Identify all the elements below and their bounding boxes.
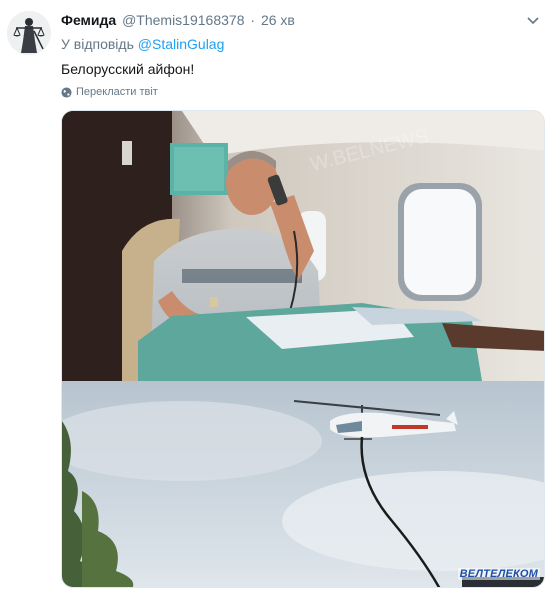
reply-handle-link[interactable]: @StalinGulag [138,36,225,52]
themis-statue-icon [7,11,51,55]
helicopter-photo-image [62,381,544,587]
user-handle[interactable]: @Themis19168378 [122,12,244,28]
tweet-header: Фемида @Themis19168378 · 26 хв [61,11,295,29]
photo-cabin[interactable]: W.BELNEWS [62,111,544,381]
globe-icon [61,86,72,98]
tweet-text: Белорусский айфон! [61,61,195,77]
display-name[interactable]: Фемида [61,12,116,28]
photo-helicopter[interactable]: ВЕЛТЕЛЕКОМ [62,381,544,587]
reply-prefix: У відповідь [61,36,138,52]
cabin-photo-image: W.BELNEWS [62,111,544,381]
chevron-down-icon [527,17,539,25]
timestamp[interactable]: 26 хв [261,12,295,28]
separator-dot: · [250,12,256,28]
reply-context: У відповідь @StalinGulag [61,35,224,53]
avatar[interactable] [7,11,51,55]
watermark-label: ВЕЛТЕЛЕКОМ [457,568,540,580]
translate-tweet-button[interactable]: Перекласти твіт [61,85,158,99]
media-container[interactable]: W.BELNEWS ВЕЛТЕЛЕКОМ [61,110,545,588]
tweet: Фемида @Themis19168378 · 26 хв У відпові… [0,0,549,592]
more-options-button[interactable] [525,14,541,28]
translate-label: Перекласти твіт [76,86,158,98]
